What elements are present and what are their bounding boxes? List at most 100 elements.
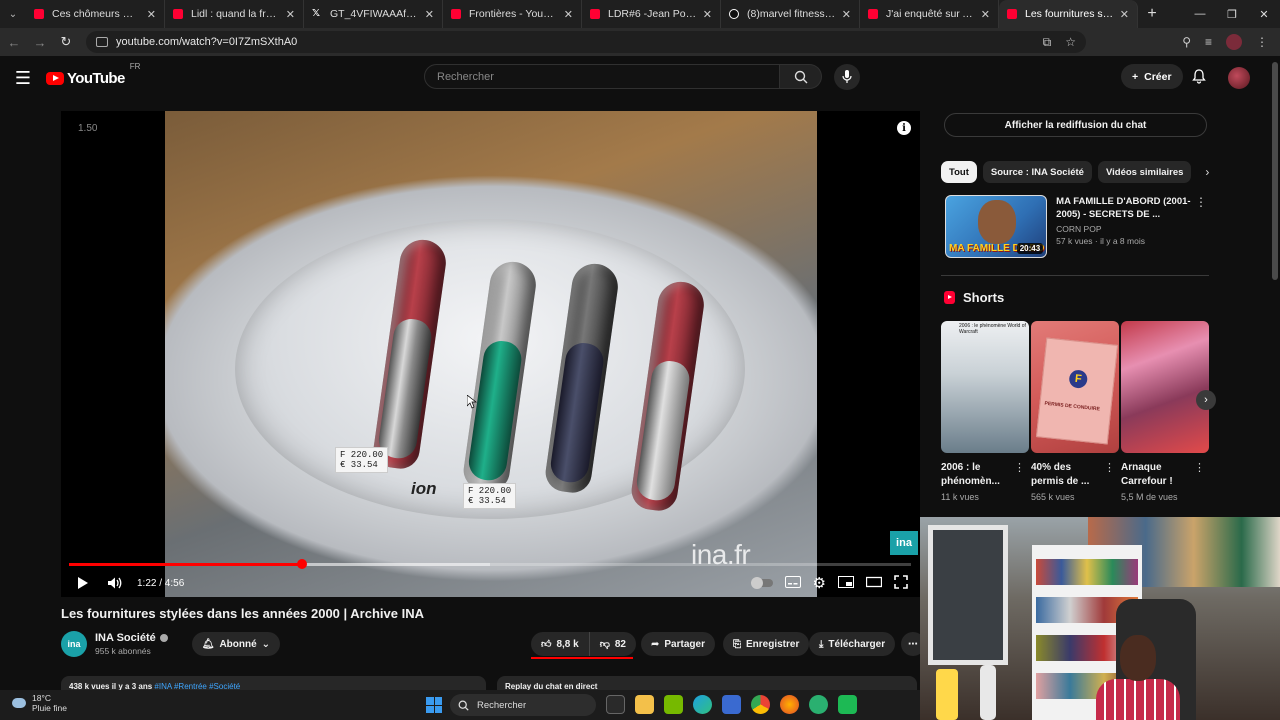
- more-vert-icon[interactable]: ⋮: [1194, 461, 1205, 474]
- channel-watermark-badge[interactable]: ina: [890, 531, 918, 555]
- app-icon[interactable]: [809, 695, 828, 714]
- share-button[interactable]: ➦ Partager: [641, 632, 715, 656]
- chat-replay-panel[interactable]: Replay du chat en direct: [497, 676, 917, 690]
- bookmark-star-icon[interactable]: ☆: [1065, 35, 1076, 50]
- autoplay-toggle[interactable]: [750, 577, 773, 589]
- settings-gear-icon[interactable]: ⚙: [813, 574, 826, 592]
- chip-similar[interactable]: Vidéos similaires: [1097, 161, 1192, 183]
- save-button[interactable]: ⎘ Enregistrer: [723, 632, 810, 656]
- minimize-button[interactable]: —: [1184, 0, 1216, 28]
- info-icon[interactable]: i: [897, 121, 911, 135]
- recommended-channel[interactable]: CORN POP: [1056, 224, 1195, 234]
- tab-close-icon[interactable]: ✕: [286, 8, 295, 21]
- reading-list-icon[interactable]: ≡: [1205, 35, 1212, 49]
- short-thumbnail[interactable]: 2006 : le phénomène World of Warcraft: [941, 321, 1029, 453]
- description-box[interactable]: 438 k vues il y a 3 ans #INA #Rentrée #S…: [61, 676, 486, 690]
- short-title[interactable]: 40% des permis de ...: [1031, 461, 1101, 489]
- video-thumbnail[interactable]: MA FAMILLE D'ABO 20:43: [945, 195, 1048, 258]
- more-vert-icon[interactable]: ⋮: [1195, 195, 1207, 259]
- install-app-icon[interactable]: ⧉: [1043, 35, 1052, 50]
- notifications-bell-icon[interactable]: [1192, 69, 1206, 89]
- search-button[interactable]: [780, 64, 822, 89]
- tab-close-icon[interactable]: ✕: [564, 8, 573, 21]
- browser-tab[interactable]: Frontières - YouTube ✕: [443, 0, 582, 28]
- short-thumbnail[interactable]: [1121, 321, 1209, 453]
- close-window-button[interactable]: ✕: [1248, 0, 1280, 28]
- menu-icon[interactable]: ☰: [0, 68, 46, 89]
- tab-close-icon[interactable]: ✕: [1120, 8, 1129, 21]
- weather-widget[interactable]: 18°C Pluie fine: [12, 693, 67, 713]
- account-avatar[interactable]: [1228, 67, 1250, 89]
- short-title[interactable]: 2006 : le phénomèn...: [941, 461, 1011, 489]
- mute-button[interactable]: [105, 573, 125, 593]
- short-thumbnail[interactable]: F PERMIS DE CONDUIRE: [1031, 321, 1119, 453]
- reload-button[interactable]: ↻: [54, 30, 78, 54]
- browser-tab[interactable]: Les fournitures stylées da ✕: [999, 0, 1138, 28]
- spotify-icon[interactable]: [838, 695, 857, 714]
- short-item[interactable]: F PERMIS DE CONDUIRE 40% des permis de .…: [1031, 321, 1119, 502]
- search-input[interactable]: Rechercher: [424, 64, 780, 89]
- youtube-logo[interactable]: YouTube FR: [46, 62, 140, 87]
- firefox-icon[interactable]: [780, 695, 799, 714]
- channel-avatar[interactable]: ina: [61, 631, 87, 657]
- edge-icon[interactable]: [693, 695, 712, 714]
- browser-tab[interactable]: J'ai enquêté sur Action, l ✕: [860, 0, 999, 28]
- tab-close-icon[interactable]: ✕: [147, 8, 156, 21]
- browser-tab[interactable]: 𝕏 GT_4VFIWAAAfQ9C.jpg:la ✕: [304, 0, 443, 28]
- like-button[interactable]: 👍︎ 8,8 k: [531, 632, 590, 656]
- restore-button[interactable]: ❐: [1216, 0, 1248, 28]
- back-button[interactable]: ←: [2, 30, 26, 54]
- tab-close-icon[interactable]: ✕: [425, 8, 434, 21]
- video-frame[interactable]: F 220.00 € 33.54 ion F 220.00 € 33.54: [165, 111, 817, 597]
- profile-avatar[interactable]: [1226, 34, 1242, 50]
- shorts-next-arrow-icon[interactable]: ›: [1196, 390, 1216, 410]
- browser-tab[interactable]: LDR#6 -Jean Pormanove ✕: [582, 0, 721, 28]
- nvidia-icon[interactable]: [664, 695, 683, 714]
- chip-source[interactable]: Source : INA Société: [982, 161, 1092, 183]
- miniplayer-icon[interactable]: [838, 575, 854, 591]
- browser-tab[interactable]: Lidl : quand la fréquence ✕: [165, 0, 304, 28]
- fullscreen-icon[interactable]: [894, 574, 908, 592]
- recommended-video[interactable]: MA FAMILLE D'ABO 20:43 MA FAMILLE D'ABOR…: [945, 195, 1207, 259]
- recommended-title[interactable]: MA FAMILLE D'ABORD (2001-2005) - SECRETS…: [1056, 195, 1195, 221]
- tab-close-icon[interactable]: ✕: [981, 8, 990, 21]
- browser-tab[interactable]: Ces chômeurs multiplient ✕: [26, 0, 165, 28]
- short-item[interactable]: Arnaque Carrefour ! 5,5 M de vues ⋮: [1121, 321, 1209, 502]
- channel-name[interactable]: INA Société: [95, 632, 156, 644]
- more-vert-icon[interactable]: ⋮: [1104, 461, 1115, 474]
- site-info-icon[interactable]: [96, 37, 108, 47]
- tab-close-icon[interactable]: ✕: [842, 8, 851, 21]
- store-icon[interactable]: [722, 695, 741, 714]
- taskbar-search[interactable]: Rechercher: [450, 694, 596, 716]
- hashtags[interactable]: #INA #Rentrée #Société: [154, 682, 240, 690]
- download-button[interactable]: ⤓ Télécharger: [809, 632, 896, 656]
- subtitles-icon[interactable]: [784, 575, 801, 591]
- browser-tab[interactable]: (8)marvel fitness (@marv ✕: [721, 0, 860, 28]
- extensions-icon[interactable]: ⚲: [1182, 35, 1191, 49]
- forward-button[interactable]: →: [28, 30, 52, 54]
- create-button[interactable]: + Créer: [1121, 64, 1183, 89]
- tab-close-icon[interactable]: ✕: [703, 8, 712, 21]
- video-player[interactable]: F 220.00 € 33.54 ion F 220.00 € 33.54 1.…: [61, 111, 920, 597]
- dislike-button[interactable]: 👎︎ 82: [589, 632, 636, 656]
- page-scrollbar[interactable]: [1272, 62, 1278, 280]
- new-tab-button[interactable]: +: [1138, 5, 1166, 23]
- chevron-right-icon[interactable]: ›: [1205, 165, 1209, 179]
- windows-start-icon[interactable]: [426, 697, 442, 713]
- tab-search-dropdown[interactable]: ⌄: [0, 0, 26, 28]
- file-explorer-icon[interactable]: [635, 695, 654, 714]
- url-bar[interactable]: youtube.com/watch?v=0I7ZmSXthA0 ⧉ ☆: [86, 31, 1086, 53]
- browser-menu-icon[interactable]: ⋮: [1256, 35, 1268, 49]
- chip-all[interactable]: Tout: [941, 161, 977, 183]
- progress-bar[interactable]: [69, 559, 911, 569]
- short-item[interactable]: 2006 : le phénomène World of Warcraft 20…: [941, 321, 1029, 502]
- short-title[interactable]: Arnaque Carrefour !: [1121, 461, 1191, 489]
- voice-search-button[interactable]: [834, 64, 860, 90]
- subscribed-button[interactable]: 🔔︎ Abonné ⌄: [191, 632, 281, 656]
- show-chat-replay-button[interactable]: Afficher la rediffusion du chat: [944, 113, 1207, 137]
- more-vert-icon[interactable]: ⋮: [1014, 461, 1025, 474]
- theater-mode-icon[interactable]: [865, 576, 883, 591]
- play-button[interactable]: [73, 573, 93, 593]
- chrome-icon[interactable]: [751, 695, 770, 714]
- task-view-icon[interactable]: [606, 695, 625, 714]
